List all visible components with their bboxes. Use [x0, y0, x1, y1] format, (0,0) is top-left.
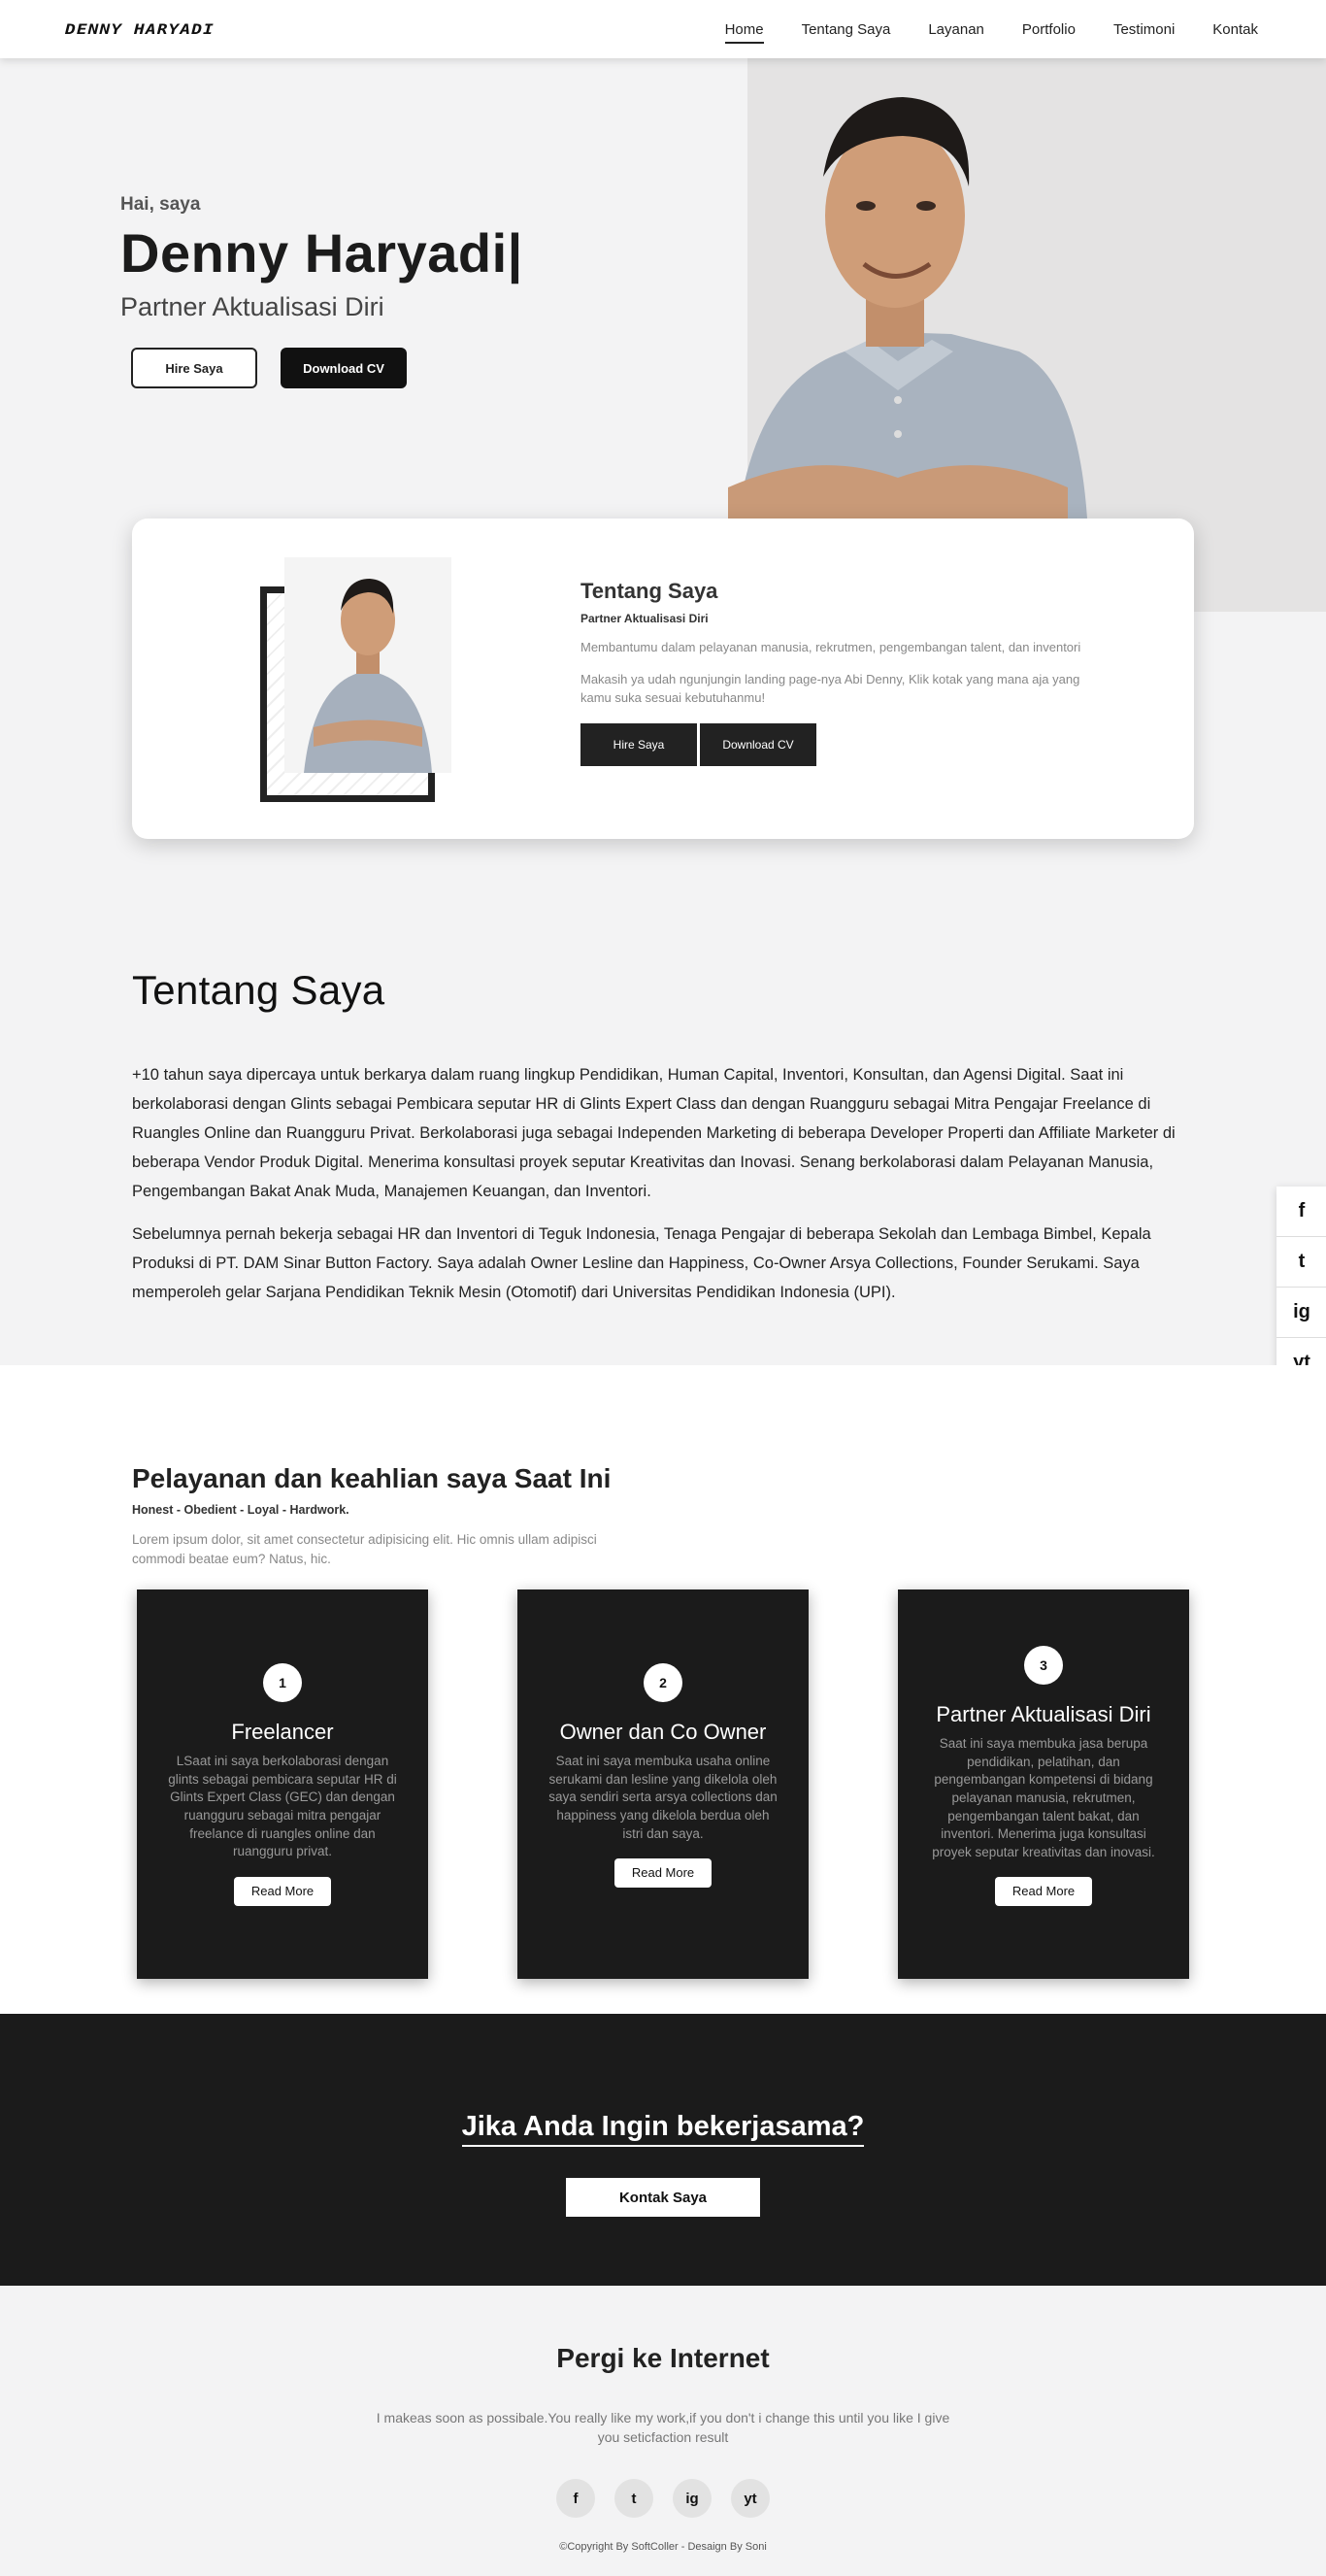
facebook-icon[interactable]: f	[556, 2479, 595, 2518]
services-subtitle: Honest - Obedient - Loyal - Hardwork.	[132, 1503, 349, 1517]
cta-title-text: Jika Anda Ingin bekerjasama?	[461, 2111, 865, 2147]
cta-section	[0, 2014, 1326, 2286]
service-text: Saat ini saya membuka jasa berupa pendid…	[932, 1736, 1155, 1859]
hero-hire-button[interactable]: Hire Saya	[131, 348, 257, 388]
service-number: 3	[1024, 1646, 1063, 1685]
about-hire-button[interactable]: Hire Saya	[580, 722, 697, 766]
footer-text: I makeas soon as possibale.You really li…	[376, 2410, 950, 2446]
footer-social-icons: f t ig yt	[0, 2479, 1326, 2518]
twitter-icon[interactable]: t	[614, 2479, 653, 2518]
nav-item-portfolio[interactable]: Portfolio	[1022, 21, 1076, 38]
service-card-partner: 3 Partner Aktualisasi Diri Saat ini saya…	[898, 1589, 1189, 1979]
navbar: DENNY HARYADI Home Tentang Saya Layanan …	[0, 0, 1326, 58]
hero-greeting: Hai, saya	[120, 194, 201, 215]
facebook-icon[interactable]: f	[1276, 1187, 1326, 1237]
footer-title: Pergi ke Internet	[556, 2343, 770, 2373]
service-name: Freelancer	[231, 1720, 334, 1744]
service-name: Partner Aktualisasi Diri	[936, 1702, 1151, 1726]
services-title: Pelayanan dan keahlian saya Saat Ini	[132, 1463, 612, 1493]
service-card-freelancer: 1 Freelancer LSaat ini saya berkolaboras…	[137, 1589, 428, 1979]
nav-item-kontak[interactable]: Kontak	[1212, 21, 1258, 38]
tentang-body: +10 tahun saya dipercaya untuk berkarya …	[132, 1060, 1194, 1307]
twitter-icon[interactable]: t	[1276, 1237, 1326, 1288]
service-name: Owner dan Co Owner	[559, 1720, 767, 1744]
service-number: 2	[644, 1663, 682, 1702]
tentang-paragraph-1: +10 tahun saya dipercaya untuk berkarya …	[132, 1066, 1176, 1200]
nav-item-tentang-saya[interactable]: Tentang Saya	[802, 21, 891, 38]
nav-item-testimoni[interactable]: Testimoni	[1113, 21, 1175, 38]
nav-item-layanan[interactable]: Layanan	[928, 21, 984, 38]
service-text: LSaat ini saya berkolaborasi dengan glin…	[168, 1754, 397, 1859]
about-card-body: Tentang Saya Partner Aktualisasi Diri Me…	[580, 579, 1085, 766]
about-card-text-1: Membantumu dalam pelayanan manusia, rekr…	[580, 640, 1081, 654]
service-text: Saat ini saya membuka usaha online seruk…	[548, 1754, 778, 1841]
contact-button[interactable]: Kontak Saya	[566, 2178, 760, 2217]
copyright: ©Copyright By SoftColler - Desaign By So…	[559, 2541, 767, 2553]
service-number: 1	[263, 1663, 302, 1702]
hero-tagline: Partner Aktualisasi Diri	[120, 292, 384, 321]
youtube-icon[interactable]: yt	[731, 2479, 770, 2518]
cta-title: Jika Anda Ingin bekerjasama?	[0, 2111, 1326, 2147]
services-description: Lorem ipsum dolor, sit amet consectetur …	[132, 1532, 597, 1566]
about-card-subtitle: Partner Aktualisasi Diri	[580, 612, 709, 625]
tentang-paragraph-2: Sebelumnya pernah bekerja sebagai HR dan…	[132, 1225, 1151, 1301]
hero-text: Hai, saya Denny Haryadi| Partner Aktuali…	[120, 194, 523, 322]
instagram-icon[interactable]: ig	[673, 2479, 712, 2518]
read-more-button[interactable]: Read More	[995, 1877, 1092, 1907]
hero-name: Denny Haryadi|	[120, 222, 523, 284]
logo[interactable]: DENNY HARYADI	[65, 21, 215, 38]
about-card: Tentang Saya Partner Aktualisasi Diri Me…	[132, 519, 1194, 839]
hero-portrait	[728, 97, 1087, 519]
about-download-cv-button[interactable]: Download CV	[700, 722, 816, 766]
instagram-icon[interactable]: ig	[1276, 1288, 1326, 1338]
read-more-button[interactable]: Read More	[614, 1858, 712, 1889]
read-more-button[interactable]: Read More	[234, 1876, 331, 1906]
social-sidebar: f t ig yt	[1276, 1187, 1326, 1388]
about-card-title: Tentang Saya	[580, 579, 718, 603]
nav-item-home[interactable]: Home	[724, 21, 764, 44]
about-card-buttons: Hire Saya Download CV	[580, 722, 1085, 766]
hero-download-cv-button[interactable]: Download CV	[281, 348, 407, 388]
about-portrait	[284, 557, 451, 773]
about-card-text-2: Makasih ya udah ngunjungin landing page-…	[580, 671, 1080, 705]
nav-menu: Home Tentang Saya Layanan Portfolio Test…	[724, 0, 1258, 58]
service-card-owner: 2 Owner dan Co Owner Saat ini saya membu…	[517, 1589, 809, 1979]
tentang-title: Tentang Saya	[132, 967, 385, 1013]
